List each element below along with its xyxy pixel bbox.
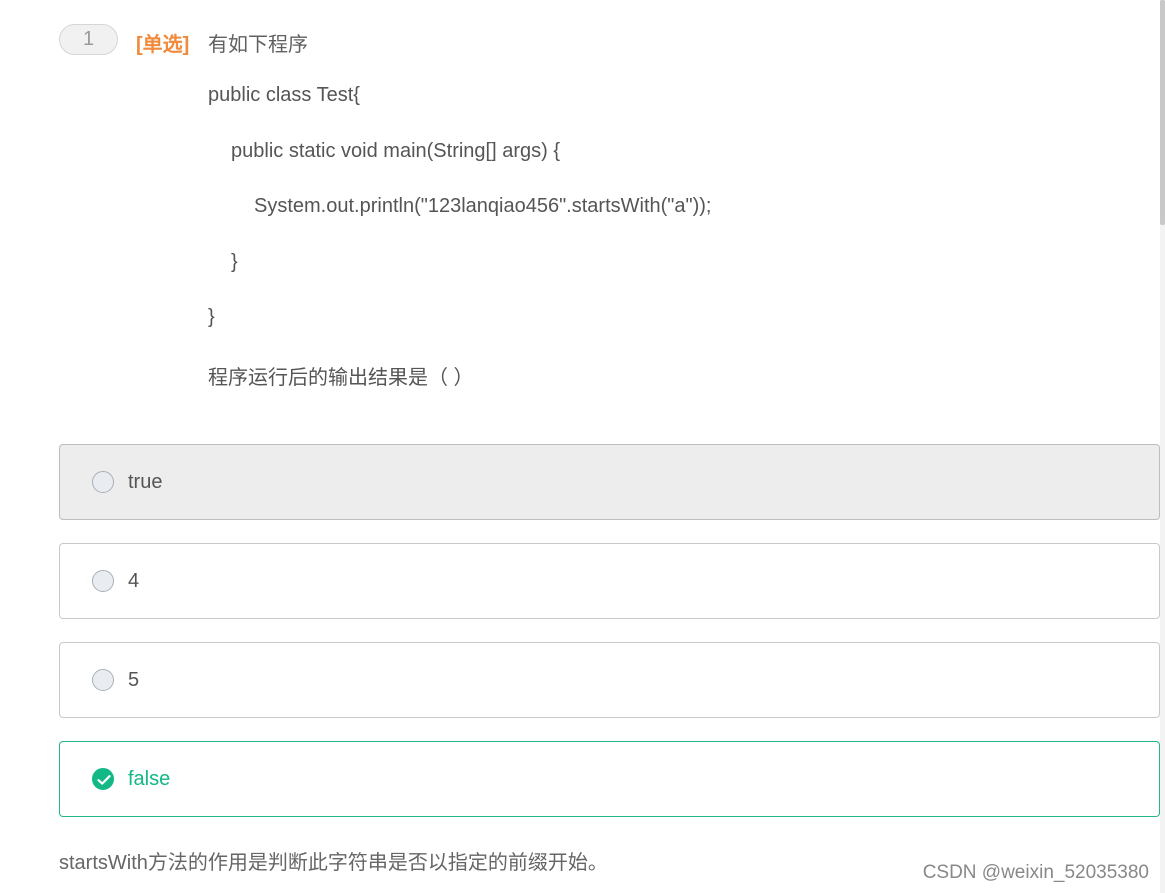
- radio-icon[interactable]: [92, 570, 114, 592]
- radio-icon[interactable]: [92, 471, 114, 493]
- check-circle-icon[interactable]: [92, 768, 114, 790]
- option-true[interactable]: true: [59, 444, 1160, 520]
- question-type-label: [单选]: [136, 34, 190, 56]
- option-label: true: [128, 470, 163, 493]
- code-line: System.out.println("123lanqiao456".start…: [254, 195, 712, 217]
- option-false[interactable]: false: [59, 741, 1160, 817]
- code-line: public class Test{: [208, 84, 360, 106]
- option-5[interactable]: 5: [59, 642, 1160, 718]
- option-label: 4: [128, 569, 140, 592]
- radio-icon[interactable]: [92, 669, 114, 691]
- code-line: }: [231, 251, 238, 273]
- option-label: false: [128, 767, 171, 790]
- scrollbar-thumb[interactable]: [1160, 0, 1165, 225]
- code-line: }: [208, 306, 215, 328]
- answer-explanation: startsWith方法的作用是判断此字符串是否以指定的前缀开始。: [59, 852, 608, 874]
- question-prompt: 程序运行后的输出结果是（ ）: [208, 367, 474, 389]
- watermark: CSDN @weixin_52035380: [922, 862, 1149, 883]
- question-number-badge: 1: [59, 24, 118, 55]
- option-label: 5: [128, 668, 140, 691]
- option-4[interactable]: 4: [59, 543, 1160, 619]
- question-number: 1: [82, 28, 95, 50]
- question-title: 有如下程序: [208, 34, 308, 56]
- code-line: public static void main(String[] args) {: [231, 140, 561, 162]
- scrollbar-track[interactable]: [1160, 0, 1165, 893]
